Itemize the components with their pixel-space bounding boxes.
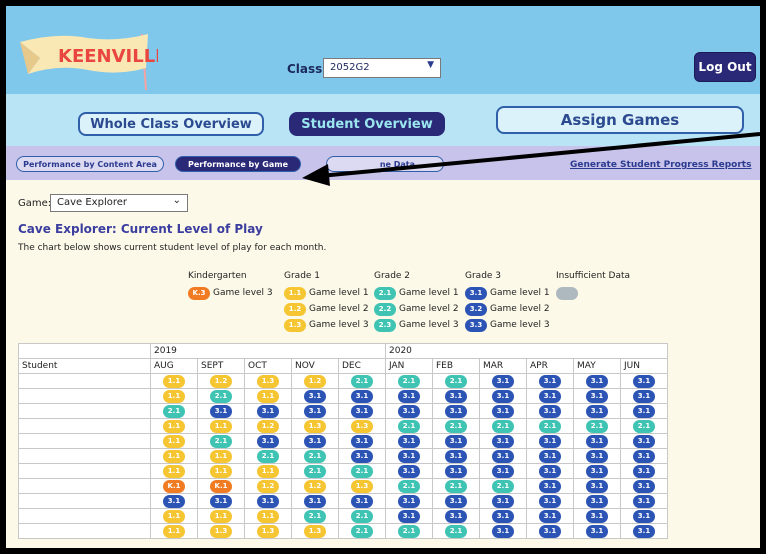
app-window: KEENVILLE Class: 2052G2 ▼ Log Out Whole … bbox=[6, 6, 760, 548]
annotation-arrow bbox=[302, 132, 760, 186]
